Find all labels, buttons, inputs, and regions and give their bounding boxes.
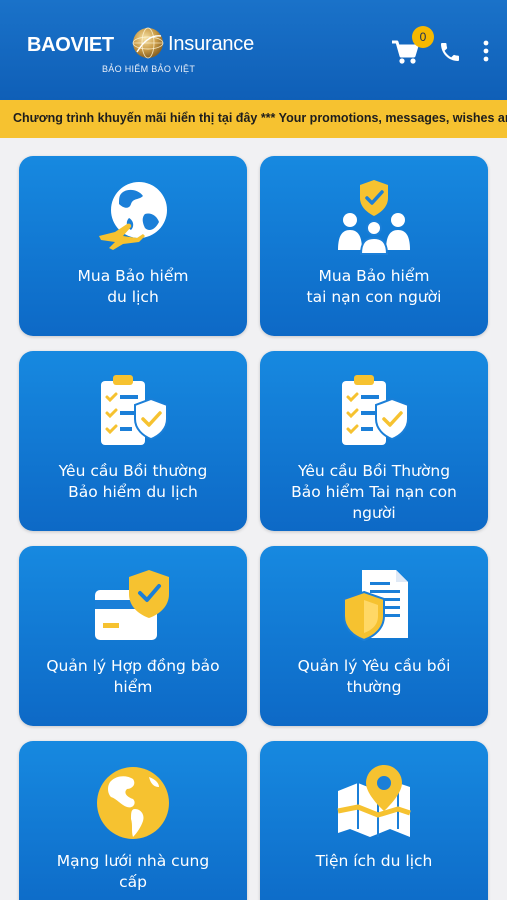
tile-label: Yêu cầu Bồi Thường Bảo hiểm Tai nạn con ng… (291, 462, 457, 522)
tile-manage-contracts[interactable]: Quản lý Hợp đồng bảo hiểm (19, 546, 247, 726)
brand-logo: BAOVIET Insurance BẢO HIỂM BẢO VIỆT (27, 26, 277, 81)
tile-buy-travel-insurance[interactable]: Mua Bảo hiểm du lịch (19, 156, 247, 336)
tile-label: Mua Bảo hiểm tai nạn con người (306, 267, 442, 306)
app-header: BAOVIET Insurance BẢO HIỂM BẢO VIỆT 0 (0, 0, 507, 100)
brand-insurance: Insurance (168, 33, 255, 55)
tile-label: Mua Bảo hiểm du lịch (77, 267, 189, 306)
checklist-shield-icon (101, 375, 168, 445)
map-pin-icon (337, 765, 411, 837)
tile-label: Mạng lưới nhà cung cấp (56, 852, 210, 891)
document-shield-icon (343, 570, 408, 642)
card-shield-icon (95, 570, 169, 640)
promo-ticker-text: Chương trình khuyến mãi hiển thị tại đây… (13, 111, 507, 125)
tile-accident-claim[interactable]: Yêu cầu Bồi Thường Bảo hiểm Tai nạn con ng… (260, 351, 488, 531)
checklist-shield-icon (342, 375, 409, 445)
tile-travel-claim[interactable]: Yêu cầu Bồi thường Bảo hiểm du lịch (19, 351, 247, 531)
tile-provider-network[interactable]: Mạng lưới nhà cung cấp (19, 741, 247, 900)
menu-grid: Mua Bảo hiểm du lịch Mua Bảo hiểm tai nạn … (0, 138, 507, 900)
phone-icon[interactable] (438, 40, 462, 64)
tile-label: Quản lý Yêu cầu bồi thường (297, 657, 451, 696)
globe-americas-icon (97, 767, 169, 839)
more-vertical-icon[interactable] (478, 38, 494, 64)
tile-label: Yêu cầu Bồi thường Bảo hiểm du lịch (58, 462, 208, 501)
tile-buy-accident-insurance[interactable]: Mua Bảo hiểm tai nạn con người (260, 156, 488, 336)
family-shield-icon (338, 180, 410, 255)
globe-plane-icon (99, 182, 167, 250)
tile-manage-claims[interactable]: Quản lý Yêu cầu bồi thường (260, 546, 488, 726)
brand-globe-icon (132, 27, 164, 59)
tile-travel-utilities[interactable]: Tiện ích du lịch (260, 741, 488, 900)
tile-label: Quản lý Hợp đồng bảo hiểm (46, 657, 220, 696)
promo-ticker: Chương trình khuyến mãi hiển thị tại đây… (0, 100, 507, 138)
tile-label: Tiện ích du lịch (315, 852, 433, 870)
brand-name: BAOVIET (27, 34, 114, 56)
cart-count-badge: 0 (412, 26, 434, 48)
brand-subtitle: BẢO HIỂM BẢO VIỆT (102, 64, 196, 74)
